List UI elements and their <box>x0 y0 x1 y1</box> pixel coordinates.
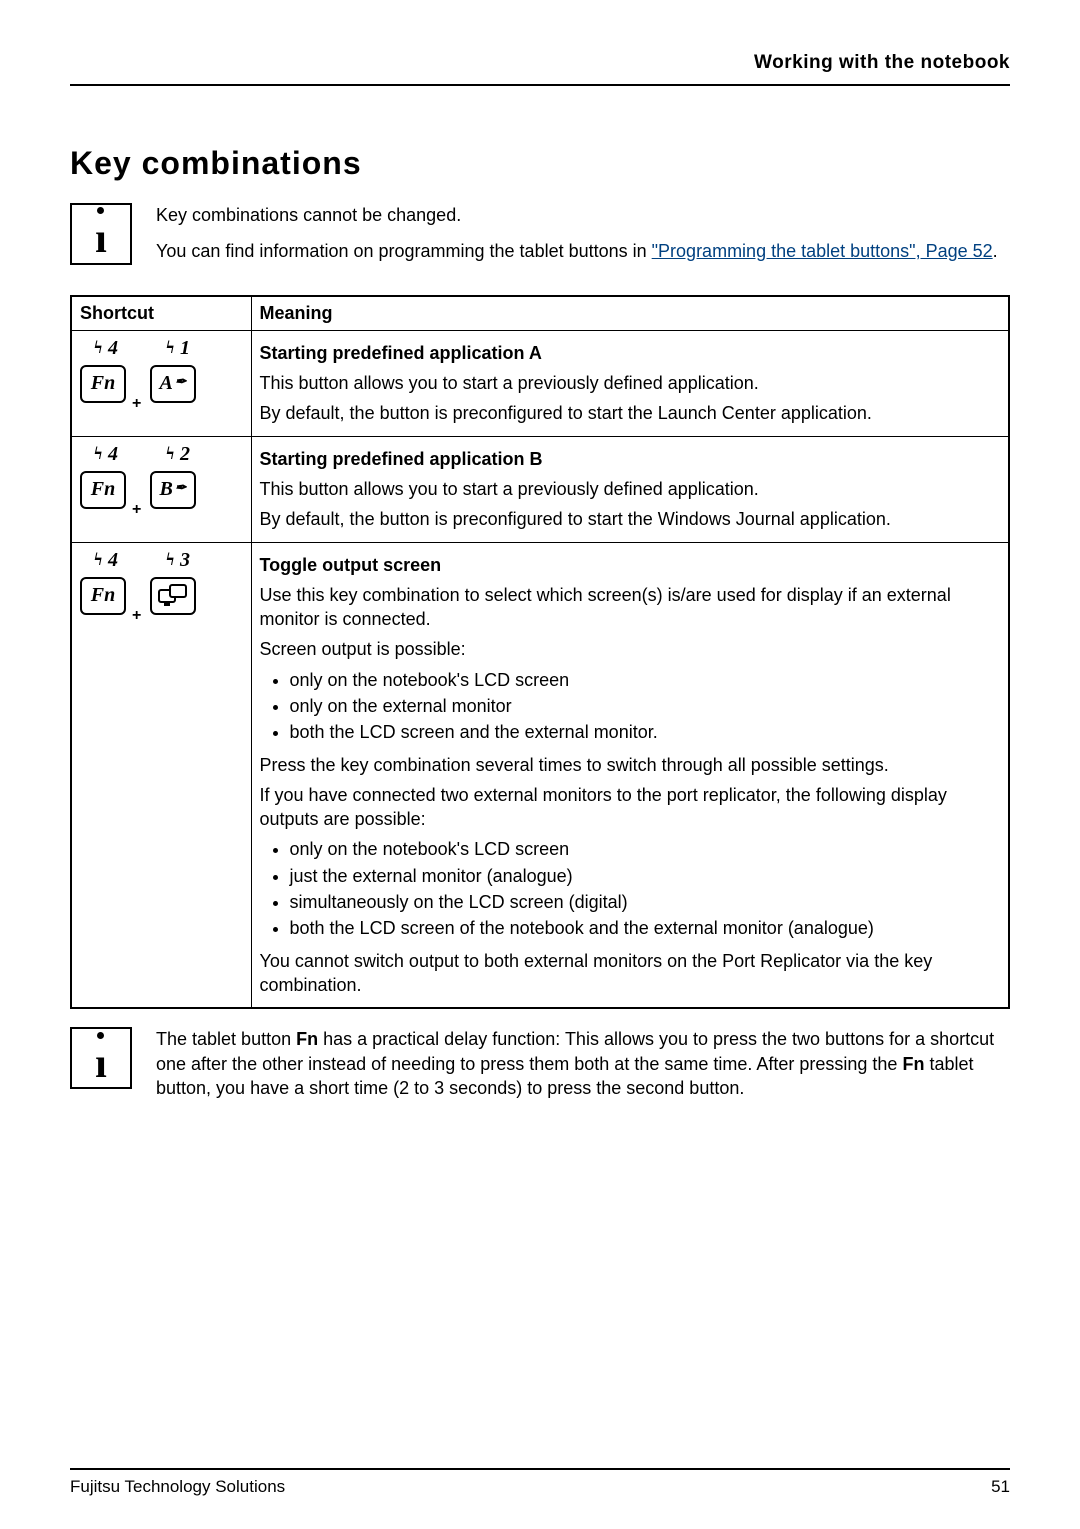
fn-bold: Fn <box>902 1054 924 1074</box>
toggle-screen-key-icon <box>150 577 196 615</box>
info-callout: ı Key combinations cannot be changed. Yo… <box>70 203 1010 276</box>
plus-icon: + <box>132 499 141 521</box>
meaning-cell-1: Starting predefined application B This b… <box>251 436 1009 542</box>
page-footer: Fujitsu Technology Solutions 51 <box>70 1468 1010 1499</box>
fn-key-icon: Fn <box>80 577 126 615</box>
fn-key-icon: Fn <box>80 365 126 403</box>
row-text: By default, the button is preconfigured … <box>260 401 1001 425</box>
key-extra-glyph: ✒ <box>175 480 187 499</box>
list-item: just the external monitor (analogue) <box>290 864 1001 888</box>
tap-num: 4 <box>108 441 118 468</box>
footer-left: Fujitsu Technology Solutions <box>70 1476 285 1499</box>
row-text: If you have connected two external monit… <box>260 783 1001 832</box>
fn-delay-note: ı The tablet button Fn has a practical d… <box>70 1027 1010 1112</box>
intro-line-1: Key combinations cannot be changed. <box>156 203 998 227</box>
list-item: simultaneously on the LCD screen (digita… <box>290 890 1001 914</box>
tap-mark-icon: ϟ <box>94 335 102 359</box>
meaning-cell-0: Starting predefined application A This b… <box>251 330 1009 436</box>
fn-bold: Fn <box>296 1029 318 1049</box>
programming-link[interactable]: "Programming the tablet buttons", Page 5… <box>652 241 993 261</box>
tap-num: 4 <box>108 547 118 574</box>
list-item: both the LCD screen of the notebook and … <box>290 916 1001 940</box>
intro2b: . <box>993 241 998 261</box>
key-extra-glyph: ✒ <box>175 374 187 393</box>
info-text: Key combinations cannot be changed. You … <box>156 203 998 276</box>
row-text: Use this key combination to select which… <box>260 583 1001 632</box>
row-text: This button allows you to start a previo… <box>260 477 1001 501</box>
row-text: Screen output is possible: <box>260 637 1001 661</box>
list-item: only on the external monitor <box>290 694 1001 718</box>
tap-num: 1 <box>180 335 190 362</box>
shortcut-cell-0: ϟ 4 ϟ 1 Fn + A✒ <box>71 330 251 436</box>
table-row: ϟ 4 ϟ 2 Fn + B✒ Starting predefined appl… <box>71 436 1009 542</box>
tap-mark-icon: ϟ <box>166 335 174 359</box>
row-list-2: only on the notebook's LCD screen just t… <box>260 837 1001 940</box>
plus-icon: + <box>132 393 141 415</box>
info-icon: ı <box>70 1027 132 1089</box>
tap-mark-icon: ϟ <box>166 441 174 465</box>
info-i-glyph: ı <box>95 1032 107 1085</box>
chapter-header: Working with the notebook <box>70 50 1010 86</box>
tap-num: 4 <box>108 335 118 362</box>
intro-line-2: You can find information on programming … <box>156 239 998 263</box>
note-text: The tablet button Fn has a practical del… <box>156 1027 1010 1112</box>
col-shortcut-header: Shortcut <box>71 296 251 330</box>
list-item: only on the notebook's LCD screen <box>290 837 1001 861</box>
a-key-icon: A✒ <box>150 365 196 403</box>
fn-key-icon: Fn <box>80 471 126 509</box>
page-number: 51 <box>991 1476 1010 1499</box>
list-item: both the LCD screen and the external mon… <box>290 720 1001 744</box>
intro2a: You can find information on programming … <box>156 241 652 261</box>
info-i-glyph: ı <box>95 207 107 260</box>
note-frag: The tablet button <box>156 1029 296 1049</box>
row-text: By default, the button is preconfigured … <box>260 507 1001 531</box>
key-combinations-table: Shortcut Meaning ϟ 4 ϟ 1 Fn + A✒ <box>70 295 1010 1009</box>
tap-mark-icon: ϟ <box>166 547 174 571</box>
tap-mark-icon: ϟ <box>94 547 102 571</box>
key-label: A <box>159 370 172 397</box>
shortcut-cell-1: ϟ 4 ϟ 2 Fn + B✒ <box>71 436 251 542</box>
row-text: You cannot switch output to both externa… <box>260 949 1001 998</box>
table-row: ϟ 4 ϟ 1 Fn + A✒ Starting predefined appl… <box>71 330 1009 436</box>
row-title: Starting predefined application B <box>260 449 543 469</box>
section-heading: Key combinations <box>70 142 1010 185</box>
plus-icon: + <box>132 605 141 627</box>
key-label: B <box>159 476 172 503</box>
tap-num: 2 <box>180 441 190 468</box>
list-item: only on the notebook's LCD screen <box>290 668 1001 692</box>
col-meaning-header: Meaning <box>251 296 1009 330</box>
b-key-icon: B✒ <box>150 471 196 509</box>
row-text: This button allows you to start a previo… <box>260 371 1001 395</box>
tap-num: 3 <box>180 547 190 574</box>
row-title: Toggle output screen <box>260 555 442 575</box>
row-text: Press the key combination several times … <box>260 753 1001 777</box>
table-row: ϟ 4 ϟ 3 Fn + <box>71 542 1009 1008</box>
table-header-row: Shortcut Meaning <box>71 296 1009 330</box>
meaning-cell-2: Toggle output screen Use this key combin… <box>251 542 1009 1008</box>
row-title: Starting predefined application A <box>260 343 542 363</box>
shortcut-cell-2: ϟ 4 ϟ 3 Fn + <box>71 542 251 1008</box>
tap-mark-icon: ϟ <box>94 441 102 465</box>
info-icon: ı <box>70 203 132 265</box>
row-list-1: only on the notebook's LCD screen only o… <box>260 668 1001 745</box>
